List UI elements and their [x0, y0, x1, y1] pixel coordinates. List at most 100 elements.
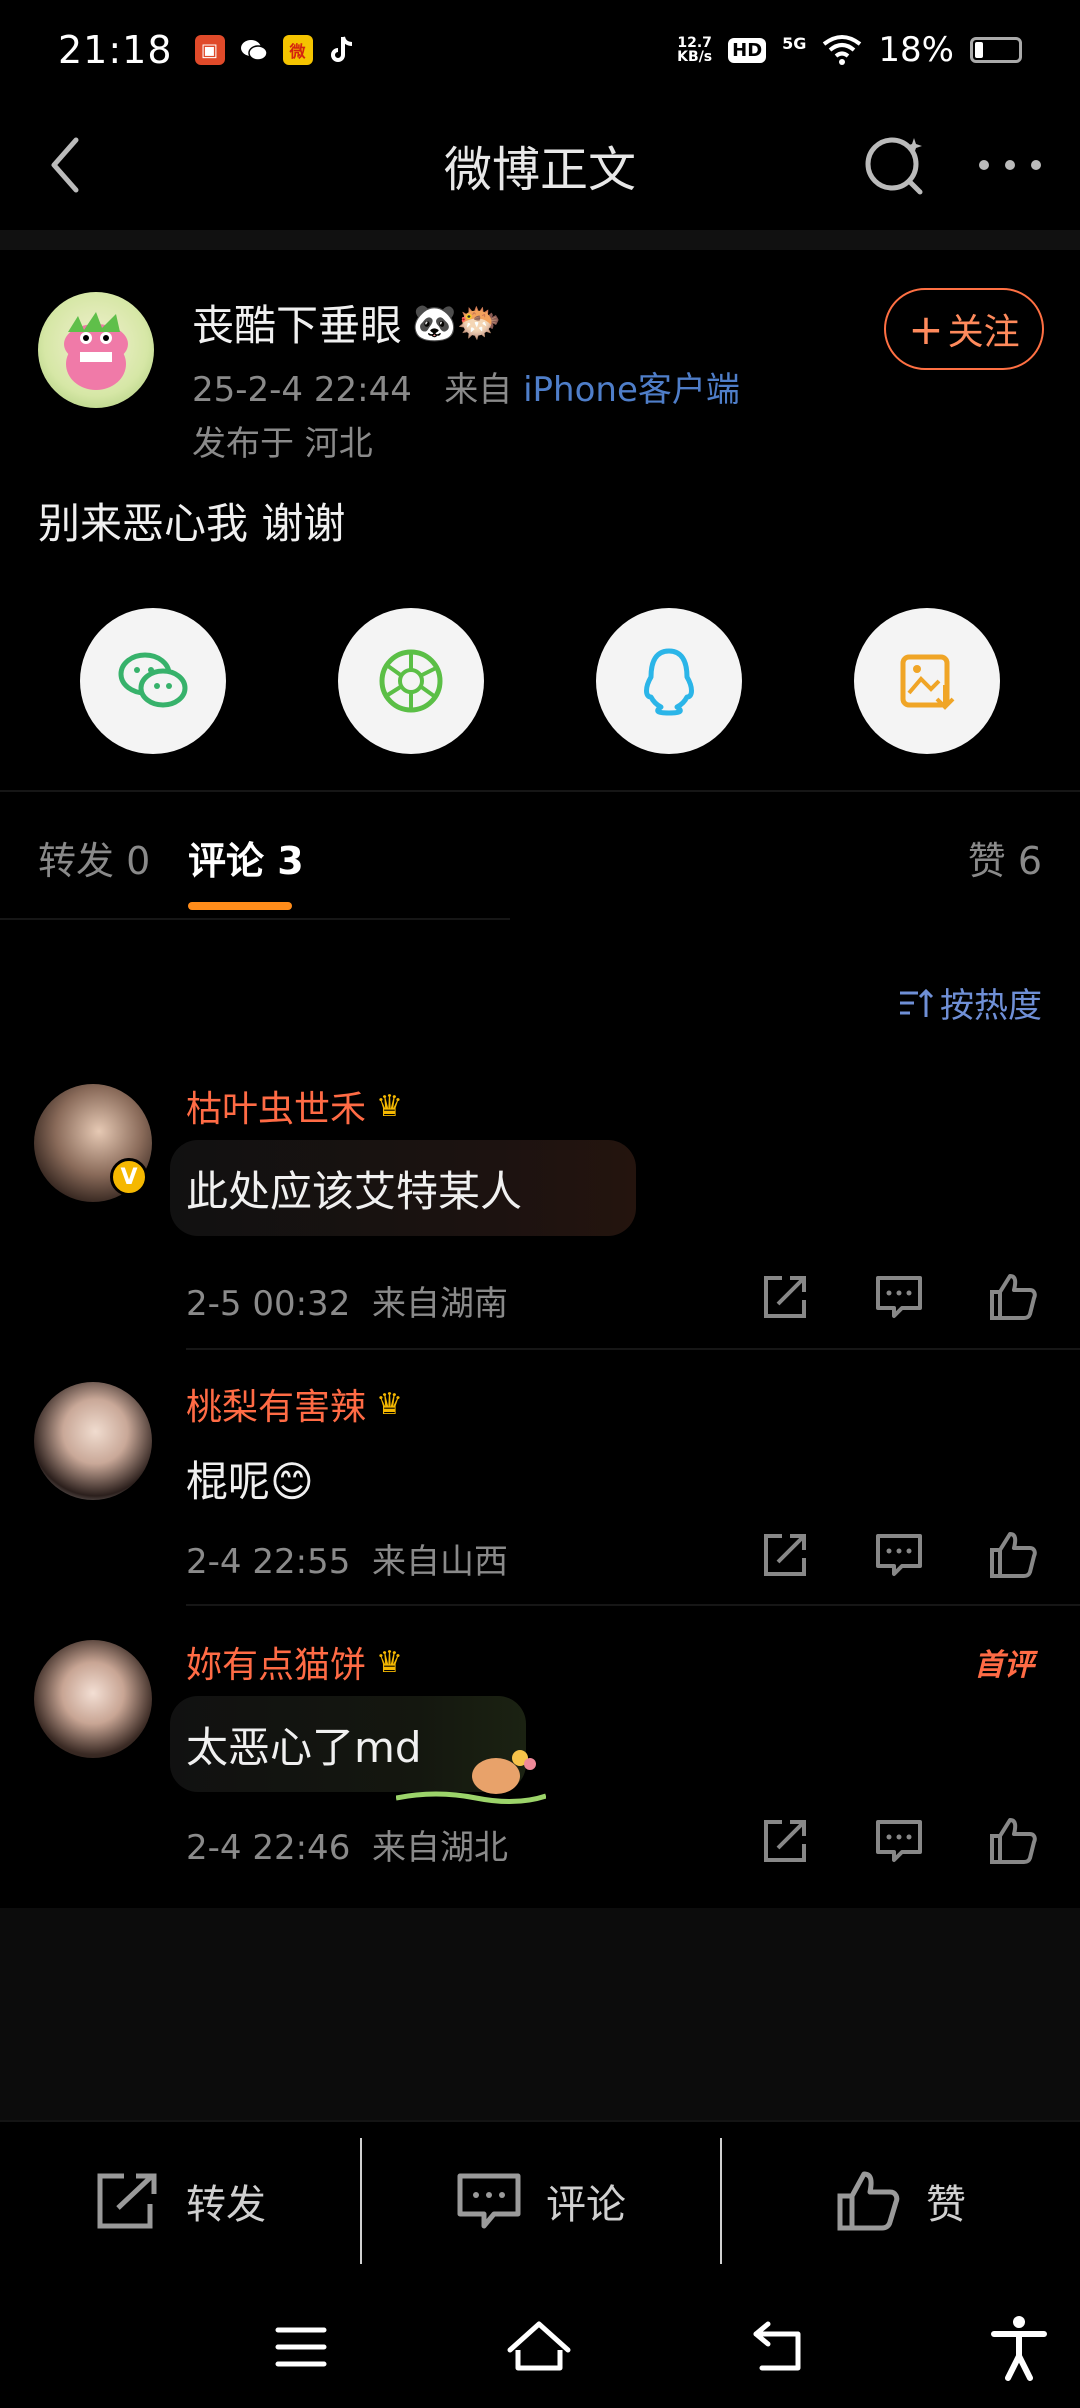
comment-item: 桃梨有害辣 ♛ 棍呢😊 2-4 22:55 来自山西 [0, 1378, 1080, 1598]
hd-badge: HD [728, 37, 767, 63]
comment-divider [186, 1348, 1080, 1350]
back-icon[interactable] [36, 130, 106, 200]
weibo-icon: 微 [282, 35, 313, 65]
bottom-action-bar: 转发 评论 赞 [0, 2120, 1080, 2280]
qq-icon [644, 648, 694, 716]
commenter-avatar[interactable] [34, 1640, 152, 1758]
plus-icon: + [908, 304, 944, 354]
repost-label: 转发 [186, 2182, 266, 2228]
post-author-avatar[interactable] [38, 292, 154, 408]
comment-icon [457, 2173, 521, 2229]
wifi-icon [823, 35, 862, 65]
post-author-name[interactable]: 丧酷下垂眼 [192, 292, 402, 353]
tab-likes[interactable]: 赞 6 [968, 830, 1042, 885]
empty-area [0, 1908, 1080, 2120]
repost-icon[interactable] [758, 1528, 812, 1582]
share-divider [0, 790, 1080, 792]
post-meta: 25-2-4 22:44 来自 iPhone客户端 [192, 362, 740, 411]
follow-label: 关注 [947, 312, 1020, 353]
status-time: 21:18 [58, 28, 173, 72]
nav-divider [0, 230, 1080, 250]
comment-text: 太恶心了md [186, 1723, 422, 1772]
like-icon[interactable] [986, 1270, 1040, 1324]
comment-divider [186, 1604, 1080, 1606]
top-nav: 微博正文 [0, 100, 1080, 230]
post-location: 发布于 河北 [192, 424, 373, 464]
crown-icon: ♛ [376, 1088, 403, 1124]
repost-icon[interactable] [758, 1270, 812, 1324]
net-speed: 12.7 KB/s [677, 35, 713, 65]
share-row [0, 608, 1080, 754]
first-comment-tag: 首评 [974, 1648, 1034, 1683]
more-icon[interactable] [970, 130, 1050, 200]
like-label: 赞 [926, 2182, 966, 2228]
follow-button[interactable]: + 关注 [884, 288, 1044, 370]
app-icon: ▣ [194, 35, 225, 65]
comment-item: 妳有点猫饼 ♛ 首评 太恶心了md 2-4 22:46 来自湖北 [0, 1636, 1080, 1876]
sort-button[interactable]: 按热度 [898, 978, 1042, 1027]
wechat-icon [239, 35, 269, 65]
share-moments-button[interactable] [338, 608, 484, 754]
verified-badge: V [110, 1158, 148, 1196]
accessibility-icon[interactable] [984, 2312, 1054, 2382]
status-bar: 21:18 ▣ 微 12.7 KB/s HD 5G 18% [0, 0, 1080, 100]
reply-icon[interactable] [872, 1270, 926, 1324]
search-icon[interactable] [860, 130, 930, 200]
comment-item: V 枯叶虫世禾 ♛ 此处应该艾特某人 2-5 00:32 来自湖南 [0, 1080, 1080, 1350]
comment-actions [758, 1814, 1040, 1868]
commenter-name[interactable]: 桃梨有害辣 ♛ [186, 1378, 403, 1430]
network-type: 5G [782, 33, 807, 53]
crown-icon: ♛ [376, 1644, 403, 1680]
home-icon[interactable] [504, 2312, 574, 2382]
wechat-icon [118, 652, 188, 708]
battery-percent: 18% [878, 30, 954, 70]
tiktok-icon [327, 35, 357, 65]
system-nav-bar [0, 2290, 1080, 2408]
sort-label: 按热度 [940, 986, 1042, 1026]
menu-icon[interactable] [266, 2312, 336, 2382]
commenter-avatar[interactable] [34, 1382, 152, 1500]
tab-bar: 转发 0 评论 3 赞 6 [0, 820, 1080, 900]
comment-actions [758, 1528, 1040, 1582]
page-title: 微博正文 [443, 142, 636, 198]
save-image-icon [900, 654, 955, 710]
tab-repost[interactable]: 转发 0 [38, 830, 150, 885]
status-app-icons: ▣ 微 [194, 35, 357, 65]
battery-icon [970, 37, 1022, 63]
moments-icon [379, 649, 443, 713]
post-source[interactable]: iPhone客户端 [523, 370, 740, 410]
comment-time: 2-5 00:32 来自湖南 [186, 1284, 508, 1324]
commenter-name[interactable]: 枯叶虫世禾 ♛ [186, 1080, 403, 1132]
like-icon[interactable] [986, 1528, 1040, 1582]
like-button[interactable]: 赞 [720, 2122, 1080, 2280]
save-image-button[interactable] [854, 608, 1000, 754]
comment-button[interactable]: 评论 [360, 2122, 720, 2280]
share-qq-button[interactable] [596, 608, 742, 754]
share-wechat-button[interactable] [80, 608, 226, 754]
sort-icon [900, 988, 934, 1017]
comment-text: 棍呢😊 [186, 1457, 314, 1506]
comment-time: 2-4 22:55 来自山西 [186, 1542, 508, 1582]
tab-divider [0, 918, 510, 920]
tab-active-indicator [188, 902, 292, 910]
repost-icon[interactable] [758, 1814, 812, 1868]
commenter-name[interactable]: 妳有点猫饼 ♛ [186, 1636, 403, 1688]
reply-icon[interactable] [872, 1814, 926, 1868]
comment-text: 此处应该艾特某人 [186, 1167, 523, 1216]
like-icon[interactable] [986, 1814, 1040, 1868]
post-from-prefix: 来自 [444, 370, 513, 410]
tab-comments[interactable]: 评论 3 [188, 830, 304, 885]
comment-label: 评论 [546, 2182, 626, 2228]
like-icon [837, 2171, 900, 2231]
post-author[interactable]: 丧酷下垂眼 🐼🐡 [192, 292, 502, 353]
repost-icon [97, 2173, 157, 2229]
crown-icon: ♛ [376, 1386, 403, 1422]
comment-actions [758, 1270, 1040, 1324]
back-nav-icon[interactable] [746, 2312, 816, 2382]
bubble-sticker-icon [396, 1750, 546, 1805]
post-body: 别来恶心我 谢谢 [38, 499, 346, 548]
post-date: 25-2-4 22:44 [192, 370, 412, 410]
comment-time: 2-4 22:46 来自湖北 [186, 1828, 508, 1868]
reply-icon[interactable] [872, 1528, 926, 1582]
repost-button[interactable]: 转发 [0, 2122, 360, 2280]
